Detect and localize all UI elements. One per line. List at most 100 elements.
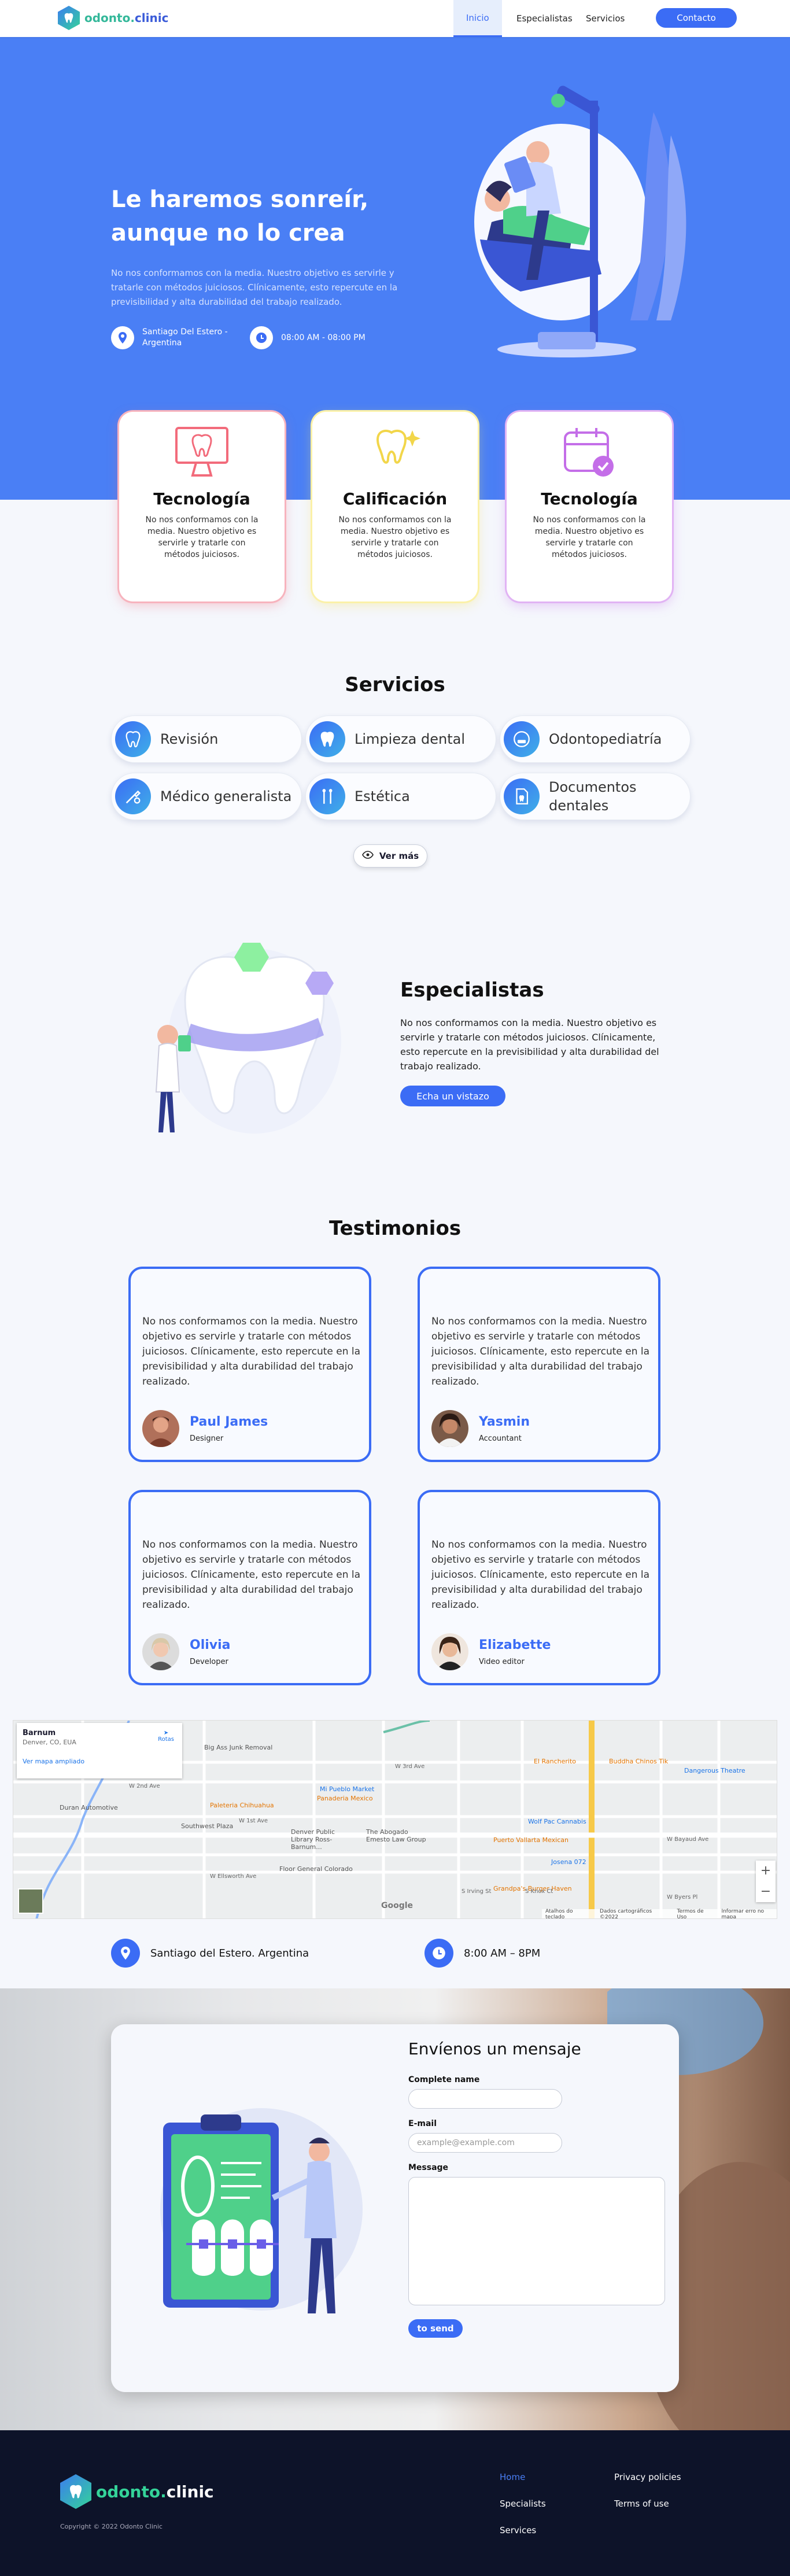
map-street-label: W Ellsworth Ave	[210, 1873, 257, 1880]
terms-link[interactable]: Termos de Uso	[677, 1909, 714, 1918]
email-input[interactable]: example@example.com	[408, 2133, 562, 2153]
footer-logo[interactable]: odonto.clinic	[60, 2474, 214, 2509]
hero-description: No nos conformamos con la media. Nuestro…	[111, 268, 398, 307]
map-directions[interactable]: ➤ Rotas	[158, 1730, 174, 1743]
services-title: Servicios	[345, 673, 445, 696]
service-label: Revisión	[160, 731, 219, 747]
avatar	[431, 1633, 468, 1670]
testimonials-title: Testimonios	[328, 1217, 462, 1240]
child-face-icon	[504, 721, 540, 757]
feature-text: No nos conformamos con la media. Nuestro…	[533, 515, 646, 559]
google-map[interactable]: Barnum Denver, CO, EUA Ver mapa ampliado…	[13, 1720, 777, 1919]
map-street-label: W 3rd Ave	[395, 1763, 425, 1770]
feature-card-technology-2: Tecnología No nos conformamos con la med…	[507, 412, 672, 601]
map-label: Big Ass Junk Removal	[204, 1744, 273, 1751]
address-location: Santiago del Estero. Argentina	[111, 1939, 309, 1968]
nav-specialists[interactable]: Especialistas	[516, 0, 573, 37]
tooth-clean-icon	[309, 721, 345, 757]
directions-icon: ➤	[163, 1730, 169, 1736]
specialists-text: No nos conformamos con la media. Nuestro…	[400, 1017, 659, 1072]
testimonial-text: No nos conformamos con la media. Nuestro…	[431, 1539, 650, 1611]
message-label: Message	[408, 2163, 449, 2172]
testimonial-card: No nos conformamos con la media. Nuestro…	[128, 1490, 371, 1685]
message-textarea[interactable]	[408, 2177, 665, 2305]
feature-title: Calificación	[342, 489, 448, 508]
hero-hours-text: 08:00 AM - 08:00 PM	[281, 333, 366, 342]
service-pediatric[interactable]: Odontopediatría	[500, 715, 691, 763]
email-label: E-mail	[408, 2119, 437, 2128]
map-footer: Atalhos do teclado Dados cartográficos ©…	[542, 1909, 777, 1918]
logo-text-odonto: odonto.	[84, 11, 135, 25]
sparkle-tooth-icon	[366, 423, 424, 481]
map-label: The Abogado Emesto Law Group	[366, 1828, 426, 1843]
testimonial-role: Designer	[190, 1434, 224, 1443]
footer-link-privacy[interactable]: Privacy policies	[614, 2472, 681, 2482]
footer-link-home[interactable]: Home	[500, 2472, 525, 2482]
testimonial-name: Paul James	[190, 1415, 268, 1429]
testimonial-name: Olivia	[190, 1638, 231, 1652]
site-footer: odonto.clinic Copyright © 2022 Odonto Cl…	[0, 2430, 790, 2576]
report-error-link[interactable]: Informar erro no mapa	[721, 1909, 777, 1918]
avatar	[142, 1633, 179, 1670]
service-label: Limpieza dental	[355, 731, 466, 747]
map-street-label: S Knox Ct	[525, 1888, 553, 1895]
service-documents[interactable]: Documentos dentales	[500, 773, 691, 820]
eye-icon	[361, 851, 374, 861]
dental-instruments-icon	[309, 778, 345, 814]
zoom-in-icon[interactable]: +	[756, 1861, 776, 1881]
map-zoom-controls: + −	[756, 1861, 776, 1902]
feature-title: Tecnología	[153, 489, 250, 508]
contact-form-title: Envíenos un mensaje	[408, 2039, 581, 2058]
nav-services[interactable]: Servicios	[586, 0, 625, 37]
document-tooth-icon	[504, 778, 540, 814]
see-more-button[interactable]: Ver más	[353, 844, 427, 868]
footer-link-services[interactable]: Services	[500, 2525, 536, 2536]
hero-location: Santiago Del Estero - Argentina	[111, 326, 246, 349]
nav-home[interactable]: Inicio	[453, 0, 502, 37]
testimonial-card: No nos conformamos con la media. Nuestro…	[418, 1267, 660, 1462]
testimonial-name: Yasmin	[479, 1415, 530, 1429]
testimonial-name: Elizabette	[479, 1638, 551, 1652]
footer-link-terms[interactable]: Terms of use	[614, 2499, 669, 2509]
address-hours: 8:00 AM – 8PM	[424, 1939, 540, 1968]
logo[interactable]: odonto.clinic	[58, 6, 168, 30]
satellite-toggle[interactable]	[18, 1888, 43, 1914]
testimonial-role: Accountant	[479, 1434, 522, 1443]
footer-link-specialists[interactable]: Specialists	[500, 2499, 546, 2509]
view-specialists-button[interactable]: Echa un vistazo	[400, 1086, 505, 1106]
service-label: Médico generalista	[160, 788, 292, 804]
clock-icon	[250, 326, 273, 349]
feature-title: Tecnología	[541, 489, 638, 508]
service-label: Odontopediatría	[549, 731, 662, 747]
dentist-chair-illustration	[474, 86, 686, 357]
calendar-check-icon	[560, 423, 618, 481]
address-hours-text: 8:00 AM – 8PM	[464, 1947, 541, 1959]
service-checkup[interactable]: Revisión	[111, 715, 302, 763]
map-label: Denver Public Library Ross-Barnum...	[291, 1828, 335, 1851]
name-input[interactable]	[408, 2089, 562, 2109]
keyboard-shortcuts-link[interactable]: Atalhos do teclado	[545, 1909, 592, 1918]
map-larger-link[interactable]: Ver mapa ampliado	[23, 1758, 176, 1765]
location-pin-icon	[111, 1939, 140, 1968]
contact-panel: Envíenos un mensaje Complete name E-mail…	[111, 2024, 679, 2392]
logo-text-clinic: clinic	[134, 11, 169, 25]
service-aesthetics[interactable]: Estética	[305, 773, 496, 820]
contact-button[interactable]: Contacto	[656, 8, 737, 28]
logo-text-odonto: odonto.	[96, 2482, 167, 2501]
map-street-label: W Bayaud Ave	[667, 1836, 709, 1843]
dental-tools-icon	[115, 778, 151, 814]
location-pin-icon	[111, 326, 134, 349]
testimonial-role: Video editor	[479, 1658, 525, 1666]
zoom-out-icon[interactable]: −	[756, 1881, 776, 1902]
send-button[interactable]: to send	[408, 2319, 463, 2338]
tooth-logo-icon	[58, 6, 80, 30]
map-place-address: Denver, CO, EUA	[23, 1739, 76, 1746]
map-street-label: W Byers Pl	[667, 1894, 698, 1900]
tooth-search-icon	[115, 721, 151, 757]
map-label: Floor General Colorado	[279, 1865, 353, 1873]
site-header: odonto.clinic Inicio Especialistas Servi…	[0, 0, 790, 37]
service-cleaning[interactable]: Limpieza dental	[305, 715, 496, 763]
service-general-doctor[interactable]: Médico generalista	[111, 773, 302, 820]
dentist-tooth-illustration	[155, 943, 341, 1134]
testimonial-card: No nos conformamos con la media. Nuestro…	[418, 1490, 660, 1685]
